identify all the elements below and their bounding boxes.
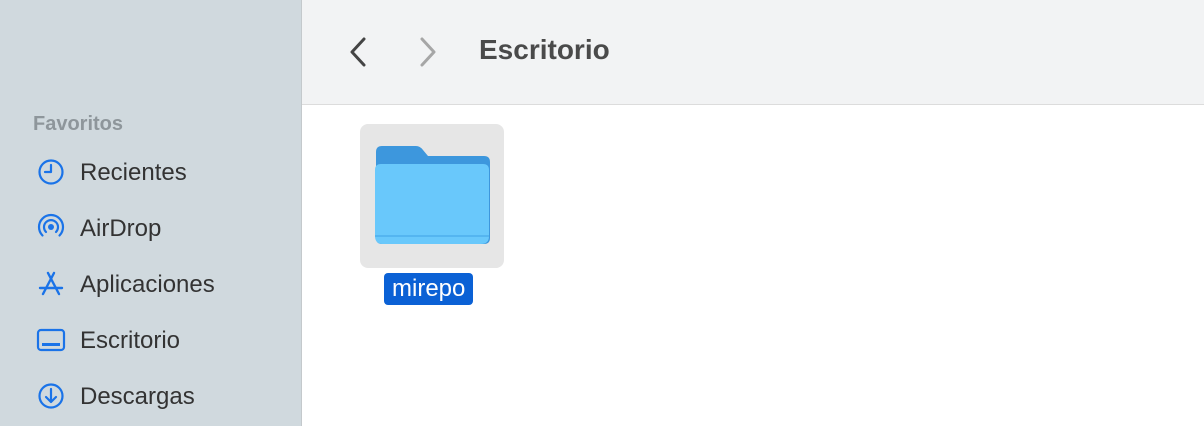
airdrop-icon — [35, 212, 67, 244]
window-title: Escritorio — [479, 34, 610, 65]
back-button[interactable] — [338, 30, 378, 74]
file-name-label[interactable]: mirepo — [384, 273, 474, 305]
applications-icon — [35, 268, 67, 300]
sidebar-item-label: Escritorio — [80, 327, 181, 354]
sidebar: Favoritos Recientes AirDrop Aplicaciones… — [0, 0, 302, 426]
sidebar-item-label: Recientes — [80, 159, 187, 186]
sidebar-section-title: Favoritos — [33, 113, 124, 135]
sidebar-item-escritorio[interactable]: Escritorio — [0, 314, 301, 364]
sidebar-item-aplicaciones[interactable]: Aplicaciones — [0, 258, 301, 308]
sidebar-item-label: Descargas — [80, 383, 195, 410]
folder-icon-selection[interactable] — [360, 124, 504, 268]
forward-button[interactable] — [406, 30, 446, 74]
chevron-right-icon — [406, 37, 446, 78]
toolbar: Escritorio — [302, 0, 1204, 105]
clock-icon — [35, 156, 67, 188]
folder-item[interactable]: mirepo — [360, 124, 504, 314]
sidebar-item-label: Aplicaciones — [80, 271, 215, 298]
downloads-icon — [35, 380, 67, 412]
sidebar-item-label: AirDrop — [80, 215, 162, 242]
sidebar-item-descargas[interactable]: Descargas — [0, 370, 301, 420]
chevron-left-icon — [338, 37, 378, 78]
desktop-icon — [35, 324, 67, 356]
file-browser-content: mirepo — [302, 105, 1204, 426]
sidebar-item-airdrop[interactable]: AirDrop — [0, 202, 301, 252]
sidebar-item-recientes[interactable]: Recientes — [0, 146, 301, 196]
